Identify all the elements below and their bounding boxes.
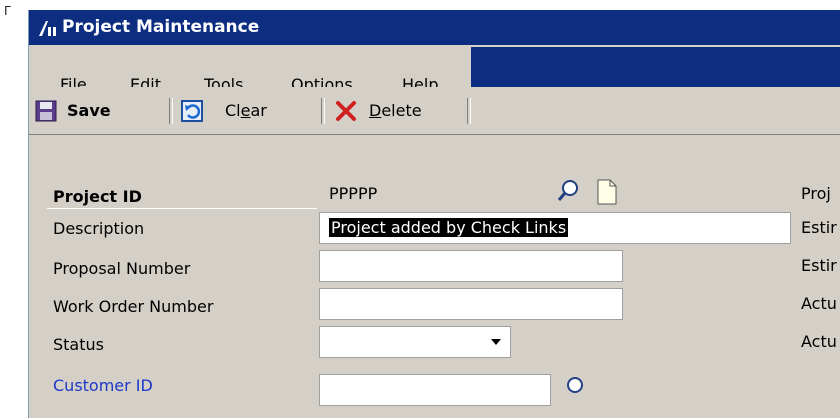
project-maintenance-window: Project Maintenance File Edit Tools Opti…	[28, 10, 840, 418]
toolbar-separator	[467, 98, 471, 124]
right-label-4: Actu	[801, 294, 837, 313]
clear-button-label: Clear	[225, 101, 267, 120]
work-order-number-field[interactable]	[319, 288, 623, 320]
right-label-5: Actu	[801, 332, 837, 351]
toolbar: Save Clear Delete	[29, 87, 840, 135]
toolbar-separator	[169, 98, 173, 124]
save-button[interactable]: Save	[35, 87, 111, 134]
customer-id-row: Customer ID	[47, 370, 317, 408]
status-label: Status	[53, 335, 104, 354]
corner-bracket: Γ	[4, 4, 11, 18]
proposal-number-row: Proposal Number	[47, 250, 317, 288]
work-order-number-label: Work Order Number	[53, 297, 214, 316]
delete-button-label: Delete	[369, 101, 422, 120]
project-id-value[interactable]: PPPPP	[329, 184, 377, 203]
save-button-label: Save	[67, 101, 111, 120]
clear-undo-icon	[181, 99, 203, 122]
proposal-number-label: Proposal Number	[53, 259, 191, 278]
customer-lookup-icon[interactable]	[564, 376, 586, 398]
customer-id-link[interactable]: Customer ID	[53, 376, 153, 395]
lookup-magnifier-icon[interactable]	[556, 178, 582, 204]
right-label-3: Estir	[801, 256, 837, 275]
row-divider	[47, 208, 317, 209]
delete-x-icon	[336, 100, 356, 121]
right-label-2: Estir	[801, 218, 837, 237]
menu-bar-panel	[471, 47, 840, 87]
status-row: Status	[47, 326, 317, 364]
proposal-number-field[interactable]	[319, 250, 623, 282]
description-label: Description	[53, 219, 145, 238]
app-logo-icon	[39, 21, 56, 36]
note-page-icon[interactable]	[595, 179, 619, 205]
right-label-1: Proj	[801, 184, 831, 203]
description-row: Description	[47, 210, 317, 248]
project-id-label: Project ID	[53, 187, 142, 206]
delete-button[interactable]: Delete	[335, 87, 422, 134]
toolbar-separator	[321, 98, 325, 124]
title-bar: Project Maintenance	[29, 10, 840, 45]
work-order-number-row: Work Order Number	[47, 288, 317, 326]
window-title: Project Maintenance	[62, 17, 260, 37]
customer-id-field[interactable]	[319, 374, 551, 406]
status-dropdown[interactable]	[319, 326, 511, 358]
description-field[interactable]: Project added by Check Links	[319, 212, 791, 244]
description-value: Project added by Check Links	[329, 218, 569, 237]
save-disk-icon	[35, 100, 57, 121]
chevron-down-icon	[491, 339, 501, 345]
clear-button[interactable]: Clear	[181, 87, 267, 134]
